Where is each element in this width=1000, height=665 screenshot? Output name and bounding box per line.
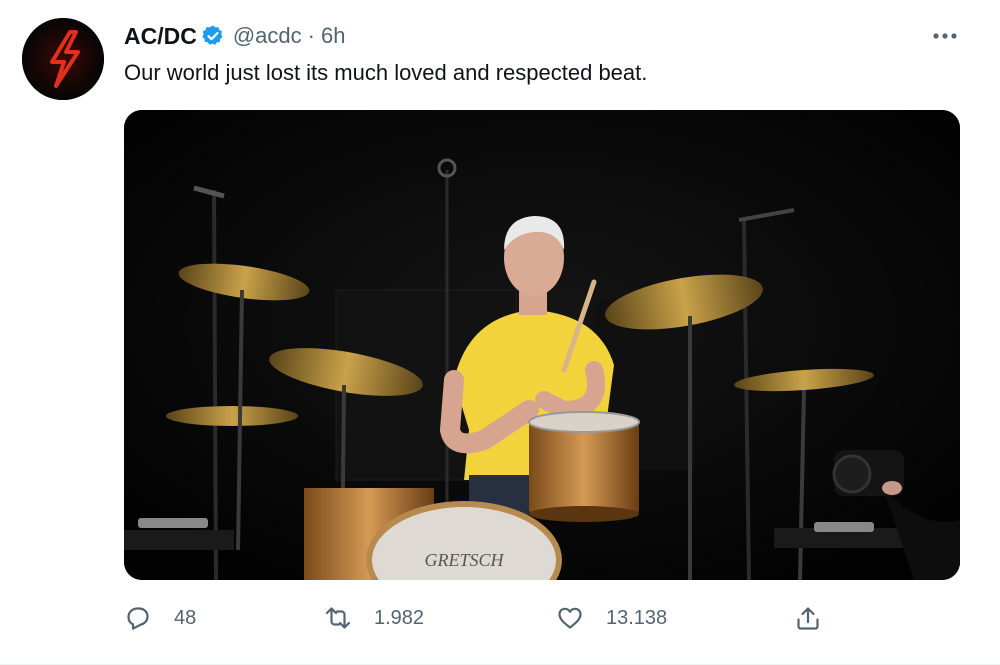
more-dots-icon bbox=[933, 33, 957, 39]
tweet-header: AC/DC @acdc · 6h bbox=[124, 20, 345, 52]
tweet-timestamp[interactable]: 6h bbox=[321, 23, 345, 49]
meta-separator: · bbox=[307, 23, 315, 48]
reply-button[interactable]: 48 bbox=[124, 598, 196, 638]
tweet-text: Our world just lost its much loved and r… bbox=[124, 60, 648, 85]
heart-icon bbox=[558, 607, 582, 629]
like-count: 13.138 bbox=[606, 606, 668, 629]
reply-count: 48 bbox=[174, 606, 197, 629]
reply-icon bbox=[127, 607, 149, 630]
concert-photo: GRETSCH bbox=[124, 110, 960, 580]
like-button[interactable]: 13.138 bbox=[556, 598, 667, 638]
lightning-bolt-icon bbox=[22, 18, 104, 100]
tweet-media[interactable]: GRETSCH bbox=[124, 110, 960, 580]
tweet-actions: 48 1.982 13.138 bbox=[124, 598, 844, 638]
share-button[interactable] bbox=[794, 598, 822, 638]
profile-avatar[interactable] bbox=[22, 18, 104, 100]
author-handle[interactable]: @acdc bbox=[233, 23, 302, 49]
share-icon bbox=[797, 607, 819, 630]
author-name[interactable]: AC/DC bbox=[124, 23, 197, 50]
verified-badge-icon bbox=[201, 24, 225, 48]
more-options-button[interactable] bbox=[928, 24, 962, 48]
retweet-count: 1.982 bbox=[374, 606, 425, 629]
drum-logo-text: GRETSCH bbox=[424, 550, 504, 570]
retweet-button[interactable]: 1.982 bbox=[324, 598, 424, 638]
retweet-icon bbox=[325, 607, 351, 629]
